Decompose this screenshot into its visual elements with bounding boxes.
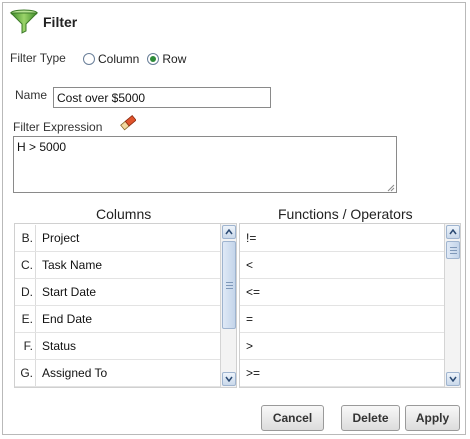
name-label: Name <box>15 88 48 102</box>
delete-button[interactable]: Delete <box>341 405 400 431</box>
column-row[interactable]: F. Status <box>15 333 220 360</box>
column-letter: C. <box>21 258 33 272</box>
column-row[interactable]: G. Assigned To <box>15 360 220 387</box>
chevron-down-icon <box>449 376 457 382</box>
cancel-button[interactable]: Cancel <box>261 405 324 431</box>
columns-header: Columns <box>96 206 152 222</box>
columns-list: B. Project C. Task Name D. Start Date E.… <box>14 223 237 388</box>
column-letter: E. <box>21 312 33 326</box>
column-row[interactable]: D. Start Date <box>15 279 220 306</box>
function-name[interactable]: >= <box>240 366 260 380</box>
radio-row-circle[interactable] <box>147 53 160 65</box>
function-row[interactable]: > <box>240 333 444 360</box>
functions-scroll-thumb[interactable] <box>446 241 460 259</box>
radio-column-circle[interactable] <box>83 53 95 65</box>
scroll-up-button[interactable] <box>446 225 460 239</box>
column-letter: G. <box>20 366 33 380</box>
resize-grip-icon[interactable] <box>386 183 395 192</box>
functions-header: Functions / Operators <box>278 206 413 222</box>
function-name[interactable]: > <box>240 339 253 353</box>
function-name[interactable]: = <box>240 312 253 326</box>
filter-expression-textarea[interactable]: H > 5000 <box>13 136 397 193</box>
column-row[interactable]: E. End Date <box>15 306 220 333</box>
dialog-header: Filter <box>9 9 77 35</box>
columns-scroll-thumb[interactable] <box>222 241 236 329</box>
functions-list: != < <= = > >= <box>239 223 461 388</box>
function-name[interactable]: <= <box>240 285 260 299</box>
column-name[interactable]: Status <box>35 333 76 359</box>
filter-type-column-radio[interactable]: Column <box>83 52 139 66</box>
scroll-down-button[interactable] <box>222 372 236 386</box>
function-name[interactable]: != <box>240 231 256 245</box>
function-row[interactable]: = <box>240 306 444 333</box>
function-row[interactable]: >= <box>240 360 444 387</box>
column-row[interactable]: B. Project <box>15 225 220 252</box>
column-row[interactable]: C. Task Name <box>15 252 220 279</box>
chevron-down-icon <box>225 376 233 382</box>
column-name[interactable]: Project <box>35 225 79 251</box>
function-row[interactable]: != <box>240 225 444 252</box>
functions-scrollbar[interactable] <box>444 224 460 387</box>
filter-dialog: Filter Filter Type Column Row Name Filte… <box>2 2 466 435</box>
apply-button[interactable]: Apply <box>405 405 460 431</box>
filter-type-label: Filter Type <box>10 51 66 65</box>
column-letter: B. <box>21 231 33 245</box>
column-name[interactable]: End Date <box>35 306 92 332</box>
filter-expression-label: Filter Expression <box>13 120 103 134</box>
column-name[interactable]: Start Date <box>35 279 96 305</box>
filter-type-radio-group: Column Row <box>83 52 194 66</box>
eraser-icon[interactable] <box>120 115 136 131</box>
radio-column-label[interactable]: Column <box>98 52 139 66</box>
column-name[interactable]: Task Name <box>35 252 102 278</box>
radio-row-label[interactable]: Row <box>162 52 186 66</box>
function-row[interactable]: <= <box>240 279 444 306</box>
filter-type-row-radio[interactable]: Row <box>147 52 186 66</box>
chevron-up-icon <box>449 229 457 235</box>
scroll-up-button[interactable] <box>222 225 236 239</box>
function-name[interactable]: < <box>240 258 253 272</box>
chevron-up-icon <box>225 229 233 235</box>
column-letter: F. <box>23 339 33 353</box>
name-input[interactable] <box>53 87 271 108</box>
dialog-title: Filter <box>43 14 78 30</box>
column-letter: D. <box>21 285 33 299</box>
funnel-icon <box>9 9 39 34</box>
scroll-down-button[interactable] <box>446 372 460 386</box>
columns-scrollbar[interactable] <box>220 224 236 387</box>
function-row[interactable]: < <box>240 252 444 279</box>
column-name[interactable]: Assigned To <box>35 360 107 386</box>
